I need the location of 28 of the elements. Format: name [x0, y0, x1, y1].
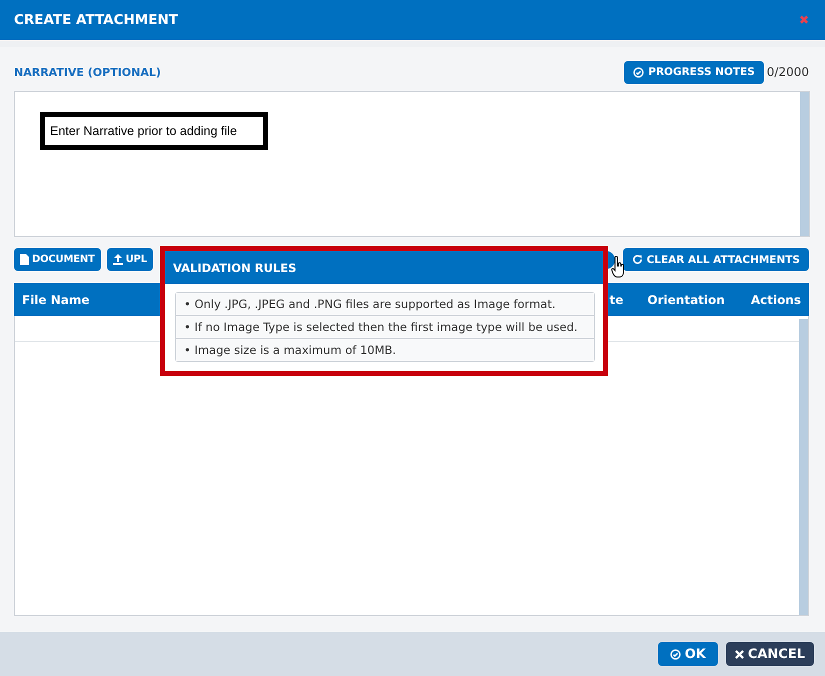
- narrative-label: NARRATIVE (OPTIONAL): [14, 66, 161, 78]
- column-header: te: [610, 292, 624, 306]
- cancel-button[interactable]: CANCEL: [726, 642, 814, 666]
- narrative-field[interactable]: Enter Narrative prior to adding file: [14, 91, 810, 237]
- refresh-icon: [632, 254, 643, 265]
- popup-title: VALIDATION RULES: [165, 251, 603, 284]
- callout-box: Enter Narrative prior to adding file: [40, 112, 268, 150]
- ok-button[interactable]: OK: [658, 642, 718, 666]
- character-counter: 0/2000: [766, 65, 809, 79]
- progress-notes-button[interactable]: PROGRESS NOTES: [624, 60, 764, 84]
- rule-item: • If no Image Type is selected then the first image type will be used.: [176, 316, 594, 339]
- clear-attachments-button[interactable]: CLEAR ALL ATTACHMENTS: [622, 248, 809, 271]
- rule-item: • Only .JPG, .JPEG and .PNG files are supported as Image format.: [176, 293, 594, 316]
- document-button[interactable]: DOCUMENT: [14, 248, 101, 271]
- check-circle-icon: [633, 66, 644, 78]
- column-header: Orientation: [647, 292, 725, 306]
- document-icon: [20, 254, 29, 265]
- pointer-hand-icon: [611, 256, 625, 280]
- column-header: File Name: [22, 292, 90, 306]
- upload-icon: [112, 254, 123, 265]
- close-icon: [734, 650, 744, 658]
- rule-item: • Image size is a maximum of 10MB.: [176, 339, 594, 361]
- scrollbar[interactable]: [800, 92, 809, 236]
- check-circle-icon: [670, 648, 681, 660]
- scrollbar[interactable]: [799, 319, 808, 615]
- upload-button[interactable]: UPL: [106, 248, 153, 271]
- column-header: Actions: [750, 292, 801, 306]
- window-title: CREATE ATTACHMENT: [14, 12, 178, 28]
